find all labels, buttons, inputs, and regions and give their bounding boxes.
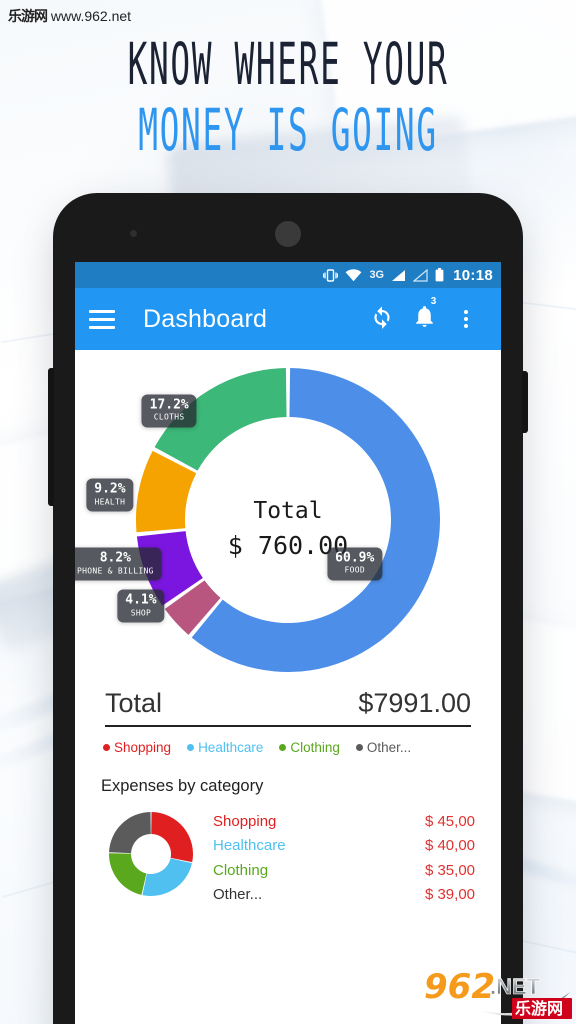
slice-percent: 9.2% — [94, 481, 126, 497]
mini-donut-chart[interactable] — [107, 810, 195, 898]
phone-volume-button — [48, 368, 54, 506]
legend-label: Clothing — [290, 740, 340, 755]
sync-icon — [369, 304, 395, 335]
mini-donut-slice[interactable] — [109, 812, 151, 854]
legend-item[interactable]: Clothing — [279, 740, 340, 755]
mini-donut-slice[interactable] — [142, 858, 192, 896]
page-title: Dashboard — [143, 304, 268, 333]
phone-mockup: 3G 10:18 Dashboard 3 Total $ 760.00 60.9… — [48, 193, 528, 1024]
expense-row[interactable]: Healthcare $ 40,00 — [213, 834, 475, 858]
mini-donut-slice[interactable] — [151, 812, 193, 863]
expense-row[interactable]: Clothing $ 35,00 — [213, 859, 475, 883]
wifi-icon — [345, 268, 362, 282]
battery-icon — [435, 268, 444, 282]
donut-slice-label: 4.1% SHOP — [117, 589, 165, 623]
legend-label: Healthcare — [198, 740, 264, 755]
watermark-cn-text: 乐游网 — [8, 8, 48, 24]
watermark-net-text: .NET — [490, 974, 541, 999]
phone-screen: 3G 10:18 Dashboard 3 Total $ 760.00 60.9… — [75, 262, 501, 1024]
phone-sensor — [130, 230, 137, 237]
mini-donut-slice[interactable] — [109, 853, 147, 895]
watermark-top-left: 乐游网 www.962.net — [8, 6, 131, 26]
expense-donut-chart[interactable]: Total $ 760.00 60.9% FOOD 4.1% SHOP 8.2% PHON… — [75, 350, 501, 680]
slice-percent: 4.1% — [125, 592, 157, 608]
legend-dot-icon — [279, 744, 287, 751]
legend-dot-icon — [355, 744, 363, 751]
legend-item[interactable]: Healthcare — [187, 740, 263, 755]
headline-line-2: MONEY IS GOING — [138, 98, 438, 165]
signal-bars-empty-icon — [413, 268, 428, 282]
notifications-button[interactable]: 3 — [403, 294, 445, 334]
slice-category: SHOP — [130, 608, 152, 618]
phone-earpiece-camera — [275, 221, 301, 247]
slice-percent: 17.2% — [149, 397, 189, 413]
headline-line-1: KNOW WHERE YOUR — [127, 32, 449, 99]
slice-category: HEALTH — [94, 497, 126, 507]
legend-label: Other... — [366, 740, 412, 755]
slice-category: CLOTHS — [153, 412, 185, 422]
status-bar: 3G 10:18 — [75, 262, 501, 288]
expense-amount: $ 40,00 — [424, 837, 475, 855]
sync-button[interactable] — [361, 304, 403, 335]
expense-row[interactable]: Other... $ 39,00 — [213, 883, 475, 907]
phone-power-button — [522, 371, 528, 433]
status-bar-clock: 10:18 — [453, 266, 493, 284]
vibrate-icon — [323, 268, 339, 282]
donut-slice-label: 60.9% FOOD — [327, 547, 383, 581]
expense-amount: $ 35,00 — [424, 861, 475, 879]
expense-amount: $ 39,00 — [424, 885, 475, 903]
expense-category-label: Clothing — [213, 861, 269, 879]
expense-category-label: Other... — [213, 885, 263, 903]
slice-category: FOOD — [344, 565, 365, 575]
app-bar: Dashboard 3 — [75, 288, 501, 350]
donut-slice-label: 17.2% CLOTHS — [141, 394, 197, 428]
hero-headline: KNOW WHERE YOUR MONEY IS GOING — [0, 0, 576, 190]
legend-dot-icon — [187, 744, 195, 751]
overflow-menu-icon — [464, 310, 468, 328]
watermark-url-text: www.962.net — [50, 8, 132, 24]
watermark-962-text: 962 — [424, 967, 495, 1007]
legend-item[interactable]: Shopping — [103, 740, 171, 755]
total-amount: $7991.00 — [358, 688, 471, 718]
notification-badge: 3 — [426, 294, 441, 309]
section-heading: Expenses by category — [101, 777, 264, 795]
slice-percent: 60.9% — [335, 550, 375, 566]
watermark-cn-logo-text: 乐游网 — [515, 999, 563, 1018]
chart-legend: Shopping Healthcare Clothing Other... — [103, 740, 473, 755]
donut-center-title: Total — [253, 498, 323, 524]
overflow-menu-button[interactable] — [445, 310, 487, 328]
expense-category-label: Healthcare — [213, 837, 286, 855]
slice-percent: 8.2% — [99, 550, 132, 566]
expenses-by-category-section: Expenses by category Shopping $ 45,00 Heal… — [101, 777, 475, 907]
legend-item[interactable]: Other... — [355, 740, 412, 755]
expense-amount: $ 45,00 — [424, 813, 475, 830]
slice-category: PHONE & BILLING — [76, 566, 154, 576]
donut-slice-label: 8.2% PHONE & BILLING — [75, 547, 162, 581]
expense-list: Shopping $ 45,00 Healthcare $ 40,00 Clothing… — [213, 810, 475, 907]
total-label: Total — [105, 688, 163, 718]
donut-slice-label: 9.2% HEALTH — [86, 478, 134, 512]
legend-dot-icon — [103, 744, 110, 751]
expense-row[interactable]: Shopping $ 45,00 — [213, 810, 475, 834]
legend-label: Shopping — [114, 740, 172, 755]
total-row: Total $7991.00 — [105, 688, 471, 727]
expense-category-label: Shopping — [213, 813, 277, 830]
watermark-logo-962net: 962 .NET 乐游网 — [424, 967, 572, 1019]
hamburger-menu-icon[interactable] — [89, 309, 115, 329]
signal-bars-icon — [391, 269, 406, 282]
network-type-label: 3G — [369, 269, 385, 281]
